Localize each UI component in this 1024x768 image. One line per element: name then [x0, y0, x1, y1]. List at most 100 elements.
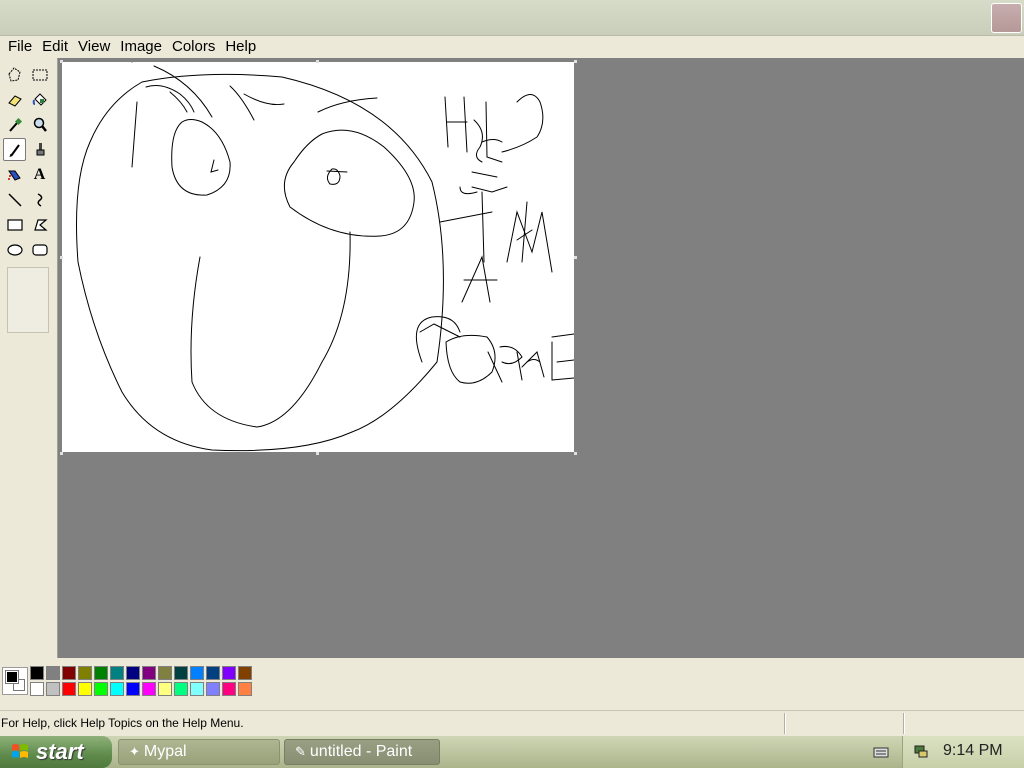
pencil-tool-icon: [9, 143, 20, 157]
menu-image[interactable]: Image: [115, 37, 167, 57]
workspace: [57, 53, 1024, 658]
rounded-rectangle-tool-icon: [31, 243, 48, 256]
menu-edit[interactable]: Edit: [37, 37, 73, 57]
palette-swatch[interactable]: [78, 682, 92, 696]
airbrush-tool[interactable]: [3, 163, 26, 186]
ellipse-tool[interactable]: [3, 238, 26, 261]
palette-swatch[interactable]: [238, 666, 252, 680]
canvas-drawing: [76, 53, 575, 452]
menu-help[interactable]: Help: [220, 37, 261, 57]
system-tray: 9:14 PM: [902, 736, 1024, 768]
status-bar: For Help, click Help Topics on the Help …: [0, 710, 1024, 736]
foreground-color-swatch: [5, 670, 19, 684]
palette-swatch[interactable]: [158, 682, 172, 696]
tool-box: A: [0, 58, 57, 658]
palette-swatch[interactable]: [238, 682, 252, 696]
palette-swatch[interactable]: [174, 666, 188, 680]
palette-swatch[interactable]: [190, 682, 204, 696]
palette-swatch[interactable]: [190, 666, 204, 680]
rectangle-select-tool-icon: [32, 69, 47, 80]
curve-tool[interactable]: [28, 188, 51, 211]
palette-swatch[interactable]: [222, 666, 236, 680]
pencil-tool[interactable]: [3, 138, 26, 161]
palette-swatch[interactable]: [142, 666, 156, 680]
palette-swatch[interactable]: [46, 682, 60, 696]
network-icon[interactable]: [913, 743, 929, 759]
taskbar-item-label: Mypal: [143, 743, 187, 760]
color-box: [0, 658, 1024, 706]
resize-handle: [60, 256, 63, 259]
current-colors[interactable]: [2, 667, 28, 695]
resize-handle[interactable]: [574, 452, 577, 455]
palette-swatch[interactable]: [46, 666, 60, 680]
palette-swatch[interactable]: [206, 666, 220, 680]
palette-swatch[interactable]: [222, 682, 236, 696]
resize-handle[interactable]: [574, 256, 577, 259]
rectangle-tool-icon: [6, 218, 23, 231]
color-picker-tool-icon: [8, 117, 22, 132]
eraser-tool[interactable]: [3, 88, 26, 111]
resize-handle[interactable]: [316, 452, 319, 455]
menu-view[interactable]: View: [73, 37, 115, 57]
line-tool-icon: [7, 192, 22, 207]
airbrush-tool-icon: [7, 170, 21, 181]
line-tool[interactable]: [3, 188, 26, 211]
palette-swatch[interactable]: [62, 666, 76, 680]
status-divider: [784, 713, 786, 734]
start-label: start: [36, 739, 84, 764]
windows-logo-icon: [12, 744, 28, 758]
polygon-tool[interactable]: [28, 213, 51, 236]
keyboard-icon[interactable]: [872, 743, 890, 761]
fill-bucket-tool[interactable]: [28, 88, 51, 111]
text-tool[interactable]: A: [28, 163, 51, 186]
menu-file[interactable]: File: [3, 37, 37, 57]
paint-app-icon: ✎: [295, 744, 306, 759]
tool-options-box[interactable]: [7, 267, 49, 333]
palette-swatch[interactable]: [30, 682, 44, 696]
palette-swatch[interactable]: [110, 666, 124, 680]
magnifier-tool[interactable]: [28, 113, 51, 136]
title-bar: [0, 0, 1024, 36]
rectangle-select-tool[interactable]: [28, 63, 51, 86]
palette-swatch[interactable]: [78, 666, 92, 680]
palette-swatch[interactable]: [126, 682, 140, 696]
status-divider: [903, 713, 905, 734]
text-tool-icon: A: [33, 165, 46, 183]
clock[interactable]: 9:14 PM: [943, 742, 1003, 760]
free-form-select-tool-icon: [7, 66, 21, 82]
rectangle-tool[interactable]: [3, 213, 26, 236]
palette-swatch[interactable]: [110, 682, 124, 696]
color-picker-tool[interactable]: [3, 113, 26, 136]
taskbar: start ✦ Mypal ✎ untitled - Paint 9:14 PM: [0, 736, 1024, 768]
free-form-select-tool[interactable]: [3, 63, 26, 86]
rounded-rectangle-tool[interactable]: [28, 238, 51, 261]
palette-swatch[interactable]: [30, 666, 44, 680]
close-button[interactable]: [991, 3, 1022, 33]
menu-colors[interactable]: Colors: [167, 37, 220, 57]
palette-swatch[interactable]: [62, 682, 76, 696]
drawing-canvas[interactable]: [62, 53, 575, 452]
taskbar-item-paint[interactable]: ✎ untitled - Paint: [284, 739, 440, 765]
start-button[interactable]: start: [0, 736, 112, 768]
fill-bucket-tool-icon: [32, 92, 47, 106]
palette-swatch[interactable]: [206, 682, 220, 696]
ellipse-tool-icon: [6, 243, 23, 256]
menu-bar: File Edit View Image Colors Help: [0, 36, 1024, 58]
palette-swatch[interactable]: [94, 666, 108, 680]
taskbar-item-mypal[interactable]: ✦ Mypal: [118, 739, 280, 765]
brush-tool[interactable]: [28, 138, 51, 161]
palette-swatch[interactable]: [94, 682, 108, 696]
taskbar-item-label: untitled - Paint: [309, 743, 413, 760]
palette-swatch[interactable]: [126, 666, 140, 680]
resize-handle: [316, 60, 319, 63]
curve-tool-icon: [37, 192, 42, 207]
status-text: For Help, click Help Topics on the Help …: [1, 716, 244, 730]
brush-tool-icon: [36, 142, 44, 155]
palette-swatch[interactable]: [158, 666, 172, 680]
palette-swatch[interactable]: [174, 682, 188, 696]
palette-swatch[interactable]: [142, 682, 156, 696]
resize-handle: [60, 60, 63, 63]
resize-handle: [60, 452, 63, 455]
polygon-tool-icon: [33, 218, 48, 231]
mypal-browser-icon: ✦: [129, 744, 140, 759]
